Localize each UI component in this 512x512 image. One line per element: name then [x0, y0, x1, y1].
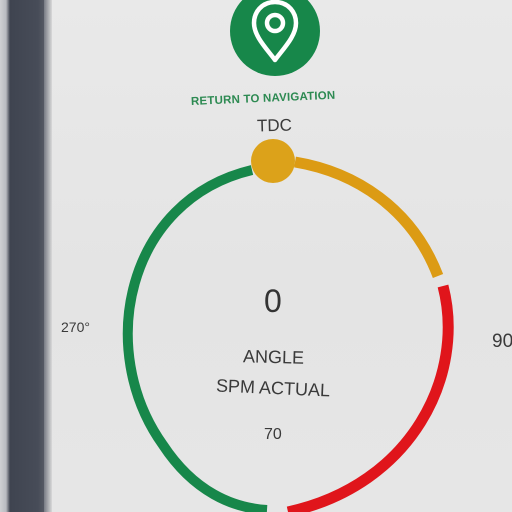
dial-arc-amber — [294, 156, 444, 278]
dial-handle[interactable] — [251, 139, 295, 183]
angle-label: ANGLE — [242, 346, 305, 368]
dial-arc-green — [122, 165, 268, 512]
angle-value: 0 — [264, 283, 282, 319]
spm-actual-value: 70 — [264, 426, 282, 443]
degree-270-label: 270° — [61, 319, 90, 335]
tdc-label: TDC — [256, 115, 293, 136]
screen: RETURN TO NAVIGATION TDC 270° 90 0 ANGLE… — [0, 0, 512, 512]
degree-90-label: 90 — [492, 331, 512, 352]
angle-dial — [122, 139, 454, 512]
